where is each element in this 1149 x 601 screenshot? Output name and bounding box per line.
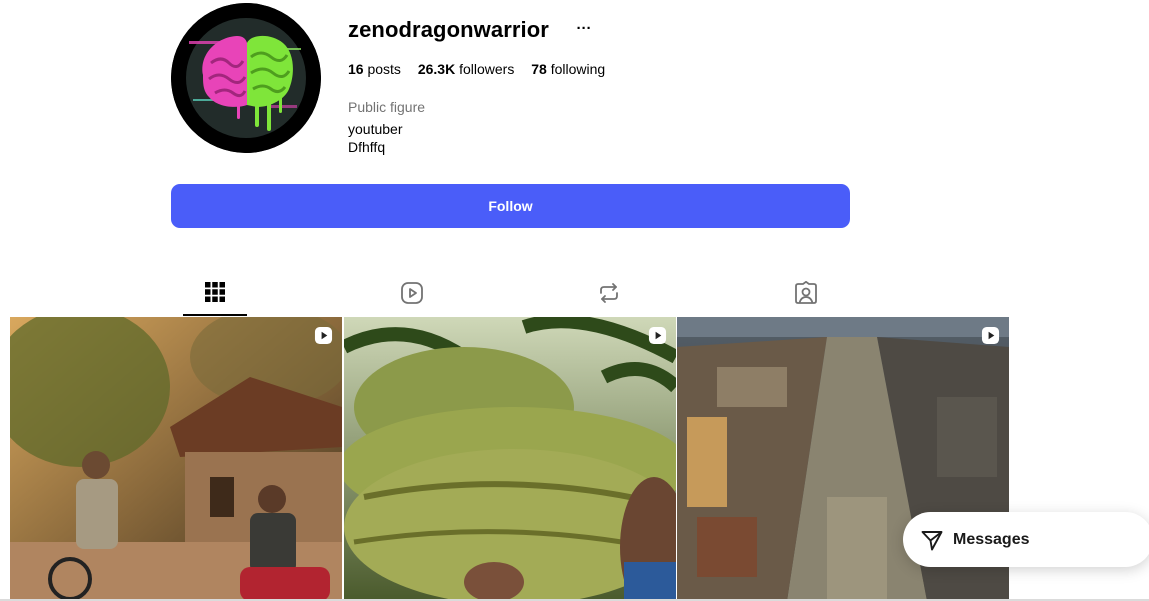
reel-badge-icon [981,326,1000,345]
followers-count-value: 26.3K [417,61,456,77]
posts-count-label: posts [367,61,401,77]
messages-label: Messages [953,530,1030,548]
following-link[interactable]: 78 following [531,61,605,77]
follow-button[interactable]: Follow [171,184,850,228]
tab-reels[interactable] [380,270,444,316]
profile-page: zenodragonwarrior ··· 16 posts 26.3K fol… [0,0,1149,601]
more-options-icon[interactable]: ··· [575,17,593,41]
posts-count-value: 16 [348,61,364,77]
following-count-label: following [550,61,606,77]
brain-avatar-image [171,3,321,153]
grid-icon [205,282,225,302]
followers-link[interactable]: 26.3K followers [418,61,515,77]
profile-username: zenodragonwarrior [348,17,549,42]
posts-grid [10,317,1009,601]
followers-count-label: followers [459,61,515,77]
messages-button[interactable]: Messages [903,512,1149,567]
paper-plane-icon [921,530,943,550]
profile-stats: 16 posts 26.3K followers 78 following [348,61,618,77]
post-tile-1[interactable] [10,317,342,601]
reel-badge-icon [648,326,667,345]
repost-icon [600,283,618,303]
tagged-icon [795,281,817,304]
tab-reposts[interactable] [577,270,641,316]
post-tile-2[interactable] [344,317,676,601]
profile-bio-line: youtuber [348,121,403,137]
tab-posts[interactable] [183,270,247,316]
following-count-value: 78 [531,61,547,77]
profile-bio-line: Dfhffq [348,139,386,155]
reel-badge-icon [314,326,333,345]
profile-avatar[interactable] [171,3,321,153]
post-thumbnail-straw-hat [344,317,676,601]
reels-icon [401,282,423,304]
tab-tagged[interactable] [774,270,838,316]
posts-count: 16 posts [348,61,401,77]
post-thumbnail-village [10,317,342,601]
profile-category: Public figure [348,99,426,115]
